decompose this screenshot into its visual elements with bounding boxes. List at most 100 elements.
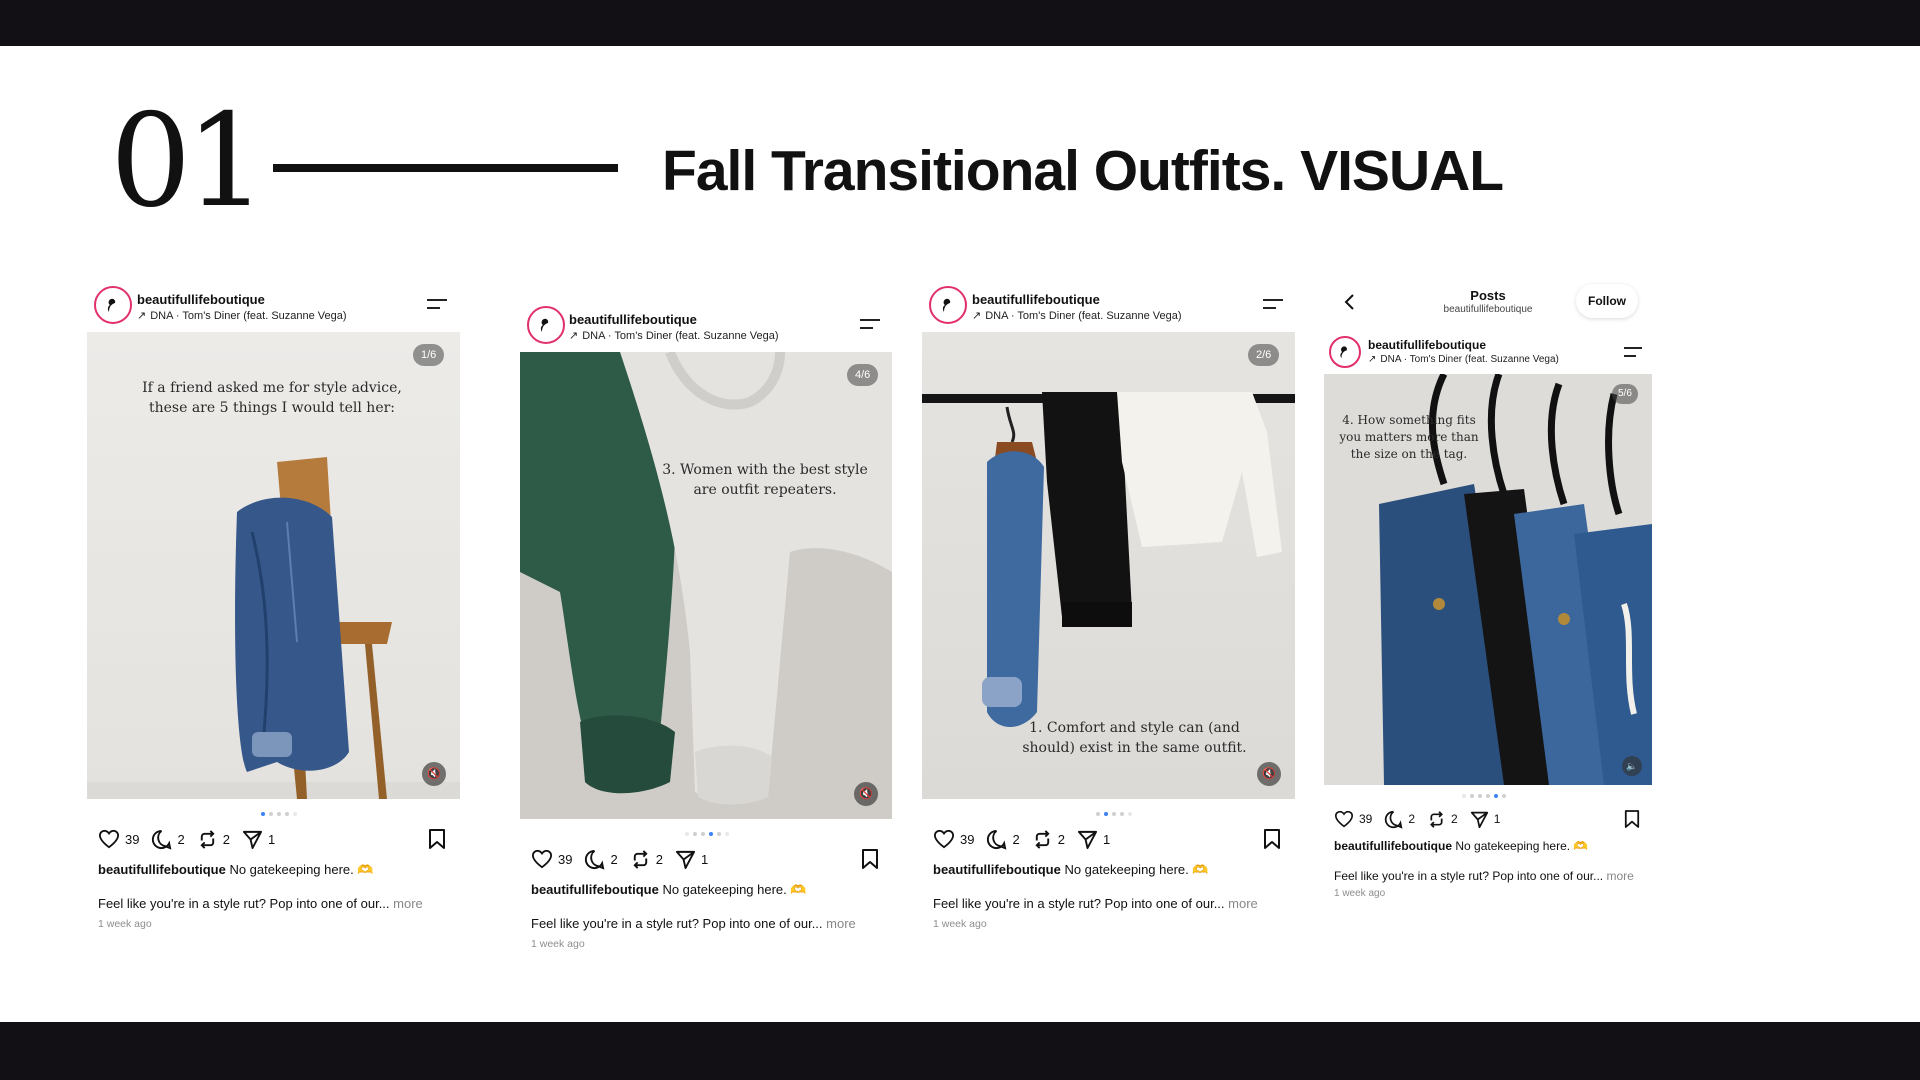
comment-count: 2	[610, 851, 618, 867]
carousel-dots	[685, 832, 729, 838]
post-timestamp: 1 week ago	[98, 918, 152, 930]
more-link[interactable]: more	[393, 896, 423, 911]
like-button[interactable]: 39	[933, 829, 974, 849]
post-caption: beautifullifeboutique No gatekeeping her…	[933, 862, 1209, 878]
repost-count: 2	[655, 851, 663, 867]
repost-count: 2	[1451, 812, 1458, 826]
bookmark-icon[interactable]	[861, 848, 879, 870]
comment-icon	[152, 829, 172, 850]
arrow-up-right-icon: ↗	[1368, 354, 1377, 365]
carousel-dot	[1462, 794, 1466, 798]
comment-icon	[987, 829, 1007, 850]
comment-button[interactable]: 2	[986, 829, 1020, 850]
avatar[interactable]	[94, 286, 132, 324]
carousel-dot	[1478, 794, 1482, 798]
more-link[interactable]: more	[826, 916, 856, 931]
more-link[interactable]: more	[1228, 896, 1258, 911]
post-username[interactable]: beautifullifeboutique	[972, 292, 1100, 307]
post-timestamp: 1 week ago	[933, 918, 987, 930]
repost-button[interactable]: 2	[630, 849, 663, 870]
share-button[interactable]: 1	[1470, 810, 1501, 829]
post-photo[interactable]: If a friend asked me for style advice, t…	[87, 332, 460, 799]
caption-username[interactable]: beautifullifeboutique	[1334, 839, 1452, 853]
more-link[interactable]: more	[1606, 869, 1633, 883]
menu-icon[interactable]	[860, 319, 880, 331]
post-description: Feel like you're in a style rut? Pop int…	[98, 896, 423, 911]
follow-button[interactable]: Follow	[1576, 284, 1638, 318]
caption-username[interactable]: beautifullifeboutique	[933, 862, 1061, 877]
caption-username[interactable]: beautifullifeboutique	[531, 882, 659, 897]
music-label[interactable]: ↗ DNA · Tom's Diner (feat. Suzanne Vega)	[972, 309, 1182, 322]
carousel-dot	[709, 832, 713, 836]
menu-icon[interactable]	[1263, 299, 1283, 311]
music-text: DNA · Tom's Diner (feat. Suzanne Vega)	[150, 310, 347, 322]
caption-text: No gatekeeping here. 🫶	[229, 862, 374, 877]
avatar[interactable]	[1329, 336, 1361, 368]
mute-icon[interactable]: 🔇	[422, 762, 446, 786]
repost-button[interactable]: 2	[197, 829, 230, 850]
share-button[interactable]: 1	[675, 849, 708, 870]
send-icon	[1077, 830, 1097, 849]
mute-icon[interactable]: 🔇	[854, 782, 878, 806]
share-button[interactable]: 1	[1077, 829, 1110, 850]
music-label[interactable]: ↗ DNA · Tom's Diner (feat. Suzanne Vega)	[1368, 354, 1559, 365]
carousel-dots	[1462, 794, 1506, 800]
heart-icon	[933, 829, 955, 849]
like-count: 39	[125, 831, 140, 847]
avatar[interactable]	[929, 286, 967, 324]
post-username[interactable]: beautifullifeboutique	[137, 292, 265, 307]
comment-button[interactable]: 2	[1384, 810, 1415, 829]
instagram-post-3: beautifullifeboutique ↗ DNA · Tom's Diner…	[922, 280, 1295, 940]
photo-overlay-text: 1. Comfort and style can (and should) ex…	[1022, 720, 1247, 756]
slide-counter: 5/6	[1612, 384, 1638, 404]
instagram-post-4: Posts beautifullifeboutique Follow beaut…	[1324, 280, 1652, 920]
like-button[interactable]: 39	[531, 849, 572, 869]
heart-icon	[98, 829, 120, 849]
caption-username[interactable]: beautifullifeboutique	[98, 862, 226, 877]
like-button[interactable]: 39	[98, 829, 139, 849]
bookmark-icon[interactable]	[1263, 828, 1281, 850]
avatar[interactable]	[527, 306, 565, 344]
repost-count: 2	[222, 831, 230, 847]
post-photo[interactable]: 3. Women with the best style are outfit …	[520, 352, 892, 819]
menu-icon[interactable]	[1624, 347, 1642, 359]
mute-icon[interactable]: 🔇	[1257, 762, 1281, 786]
like-count: 39	[960, 831, 975, 847]
bookmark-icon[interactable]	[1624, 809, 1640, 829]
post-photo[interactable]: 4. How something fits you matters more t…	[1324, 374, 1652, 785]
photo-overlay-text: 4. How something fits you matters more t…	[1339, 413, 1479, 461]
comment-button[interactable]: 2	[584, 849, 618, 870]
like-button[interactable]: 39	[1334, 810, 1372, 828]
carousel-dot	[277, 812, 281, 816]
carousel-dot	[293, 812, 297, 816]
post-timestamp: 1 week ago	[1334, 888, 1386, 899]
post-username[interactable]: beautifullifeboutique	[569, 312, 697, 327]
comment-icon	[1385, 810, 1403, 829]
carousel-dot	[717, 832, 721, 836]
post-username[interactable]: beautifullifeboutique	[1368, 338, 1486, 352]
share-count: 1	[1493, 812, 1501, 826]
heart-icon	[1334, 810, 1354, 828]
menu-icon[interactable]	[427, 299, 447, 311]
comment-count: 2	[1408, 812, 1416, 826]
mute-icon[interactable]: 🔈	[1622, 756, 1642, 776]
carousel-dot	[1120, 812, 1124, 816]
music-label[interactable]: ↗ DNA · Tom's Diner (feat. Suzanne Vega)	[569, 329, 779, 342]
send-icon	[242, 830, 262, 849]
bookmark-icon[interactable]	[428, 828, 446, 850]
comment-button[interactable]: 2	[151, 829, 185, 850]
share-button[interactable]: 1	[242, 829, 275, 850]
carousel-dot	[1096, 812, 1100, 816]
repost-icon	[200, 829, 215, 849]
music-label[interactable]: ↗ DNA · Tom's Diner (feat. Suzanne Vega)	[137, 309, 347, 322]
carousel-dots	[1096, 812, 1132, 818]
repost-button[interactable]: 2	[1032, 829, 1065, 850]
carousel-dot	[1128, 812, 1132, 816]
carousel-dot	[1104, 812, 1108, 816]
post-photo[interactable]: 1. Comfort and style can (and should) ex…	[922, 332, 1295, 799]
repost-button[interactable]: 2	[1427, 810, 1458, 829]
comment-count: 2	[177, 831, 185, 847]
description-text: Feel like you're in a style rut? Pop int…	[1334, 869, 1604, 883]
slide-counter: 4/6	[847, 364, 879, 386]
repost-icon	[633, 849, 648, 869]
